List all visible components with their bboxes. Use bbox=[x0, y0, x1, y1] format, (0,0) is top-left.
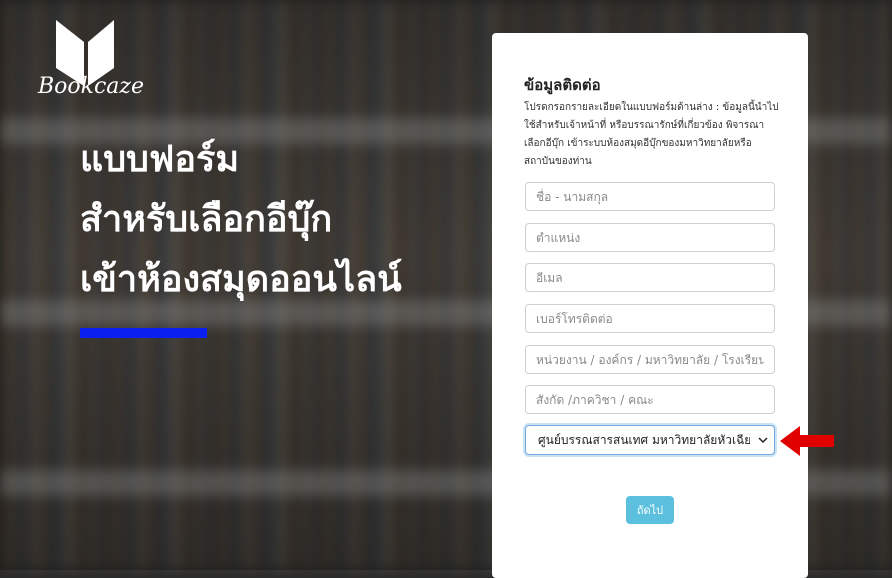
hero-line-3: เข้าห้องสมุดออนไลน์ bbox=[80, 259, 402, 300]
position-input[interactable] bbox=[525, 223, 775, 252]
library-select-value: ศูนย์บรรณสารสนเทศ มหาวิทยาลัยหัวเฉียวเ bbox=[538, 432, 750, 447]
next-button[interactable]: ถัดไป bbox=[626, 496, 674, 524]
red-arrow-annotation-icon bbox=[780, 426, 834, 456]
hero-accent-bar bbox=[80, 328, 207, 338]
form-title: ข้อมูลติดต่อ bbox=[524, 76, 601, 94]
department-input[interactable] bbox=[525, 385, 775, 414]
email-input[interactable] bbox=[525, 263, 775, 292]
brand-name: Bookcaze bbox=[38, 74, 145, 99]
hero-line-1: แบบฟอร์ม bbox=[80, 139, 240, 180]
name-input[interactable] bbox=[525, 182, 775, 211]
phone-input[interactable] bbox=[525, 304, 775, 333]
chevron-down-icon bbox=[758, 437, 768, 444]
hero-heading: แบบฟอร์ม สำหรับเลือกอีบุ๊ก เข้าห้องสมุดอ… bbox=[80, 130, 402, 310]
contact-form-panel: ข้อมูลติดต่อ โปรดกรอกรายละเอียดในแบบฟอร์… bbox=[492, 33, 808, 578]
library-select[interactable]: ศูนย์บรรณสารสนเทศ มหาวิทยาลัยหัวเฉียวเ bbox=[525, 425, 775, 455]
hero-line-2: สำหรับเลือกอีบุ๊ก bbox=[80, 199, 333, 240]
form-description: โปรดกรอกรายละเอียดในแบบฟอร์มด้านล่าง : ข… bbox=[524, 102, 779, 167]
organization-input[interactable] bbox=[525, 345, 775, 374]
